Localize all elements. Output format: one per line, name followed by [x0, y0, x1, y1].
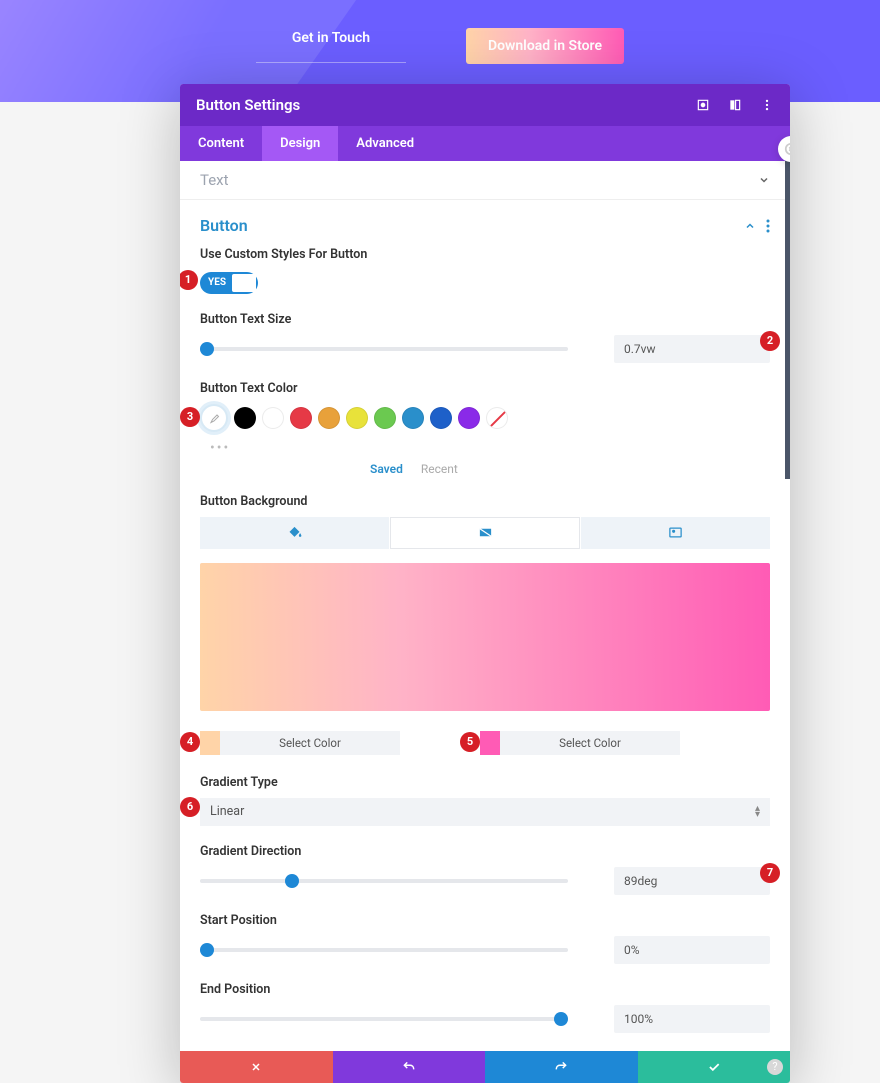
close-icon — [250, 1061, 262, 1073]
swatch-yellow[interactable] — [346, 407, 368, 429]
slider-handle[interactable] — [285, 874, 299, 888]
gradient-start-chip[interactable] — [200, 731, 220, 755]
start-position-slider[interactable] — [200, 948, 568, 952]
redo-icon — [554, 1060, 568, 1074]
tab-advanced[interactable]: Advanced — [338, 126, 432, 161]
hero-link-contact[interactable]: Get in Touch — [256, 30, 406, 63]
more-dots-icon[interactable]: ••• — [210, 440, 770, 456]
swatch-orange[interactable] — [318, 407, 340, 429]
text-size-label: Button Text Size — [200, 312, 770, 327]
gradient-type-select[interactable]: Linear ▴▾ — [200, 798, 770, 826]
paint-bucket-icon — [287, 525, 302, 540]
hero-download-button[interactable]: Download in Store — [466, 28, 624, 64]
swatch-purple[interactable] — [458, 407, 480, 429]
callout-7: 7 — [760, 863, 780, 883]
swatch-green[interactable] — [374, 407, 396, 429]
text-size-slider[interactable] — [200, 347, 568, 351]
callout-4: 4 — [180, 732, 200, 752]
text-color-label: Button Text Color — [200, 381, 770, 396]
callout-5: 5 — [460, 732, 480, 752]
swatch-black[interactable] — [234, 407, 256, 429]
start-position-label: Start Position — [200, 913, 770, 928]
modal-title: Button Settings — [196, 96, 300, 114]
background-label: Button Background — [200, 494, 770, 509]
callout-1: 1 — [180, 270, 198, 290]
gradient-direction-input[interactable] — [614, 867, 770, 895]
section-button: Button Use Custom Styles For Button 1 YE… — [180, 200, 790, 1033]
end-position-slider[interactable] — [200, 1017, 568, 1021]
tab-design[interactable]: Design — [262, 126, 338, 161]
modal-header: Button Settings — [180, 84, 790, 126]
check-icon — [707, 1060, 721, 1074]
gradient-type-label: Gradient Type — [200, 775, 770, 790]
chevron-up-icon[interactable] — [744, 220, 756, 232]
gradient-type-value: Linear — [210, 804, 244, 819]
chevron-down-icon — [758, 174, 770, 186]
section-text-collapsed[interactable]: Text — [180, 161, 790, 200]
end-position-input[interactable] — [614, 1005, 770, 1033]
callout-6: 6 — [180, 797, 200, 817]
section-kebab-icon[interactable] — [766, 219, 770, 233]
help-icon[interactable]: ? — [767, 1059, 783, 1075]
section-button-title: Button — [200, 216, 248, 235]
swatch-white[interactable] — [262, 407, 284, 429]
redo-button[interactable] — [485, 1051, 638, 1083]
columns-icon[interactable] — [728, 98, 742, 112]
modal-tabs: Content Design Advanced — [180, 126, 790, 161]
swatch-red[interactable] — [290, 407, 312, 429]
gradient-end-select[interactable]: Select Color — [500, 731, 680, 755]
swatch-none[interactable] — [486, 407, 508, 429]
gradient-start-select[interactable]: Select Color — [220, 731, 400, 755]
undo-icon — [402, 1060, 416, 1074]
color-tab-recent[interactable]: Recent — [421, 462, 458, 476]
settings-modal: Button Settings Content Design Advanced … — [180, 84, 790, 1083]
slider-handle[interactable] — [200, 342, 214, 356]
section-text-label: Text — [200, 171, 229, 189]
undo-button[interactable] — [333, 1051, 486, 1083]
eyedropper-icon[interactable] — [200, 404, 228, 432]
custom-styles-toggle[interactable]: YES — [200, 272, 258, 294]
panel-body: Text Button Use Custom Styles For Button… — [180, 161, 790, 1033]
image-icon — [668, 525, 683, 540]
text-size-input[interactable] — [614, 335, 770, 363]
gradient-icon — [478, 525, 493, 540]
end-position-label: End Position — [200, 982, 770, 997]
toggle-yes-label: YES — [208, 277, 226, 288]
swatch-teal[interactable] — [402, 407, 424, 429]
toggle-knob — [232, 274, 256, 292]
modal-footer: ? — [180, 1051, 790, 1083]
callout-3: 3 — [180, 407, 200, 427]
start-position-input[interactable] — [614, 936, 770, 964]
expand-icon[interactable] — [696, 98, 710, 112]
slider-handle[interactable] — [200, 943, 214, 957]
swatch-blue[interactable] — [430, 407, 452, 429]
select-arrows-icon: ▴▾ — [755, 806, 760, 818]
gradient-end-chip[interactable] — [480, 731, 500, 755]
callout-2: 2 — [760, 331, 780, 351]
scrollbar[interactable] — [785, 161, 790, 479]
bg-tab-gradient[interactable] — [390, 517, 581, 549]
bg-tab-color[interactable] — [200, 517, 389, 549]
tab-content[interactable]: Content — [180, 126, 262, 161]
kebab-icon[interactable] — [760, 98, 774, 112]
gradient-direction-slider[interactable] — [200, 879, 568, 883]
gradient-preview — [200, 563, 770, 711]
cancel-button[interactable] — [180, 1051, 333, 1083]
use-custom-label: Use Custom Styles For Button — [200, 247, 770, 262]
gradient-direction-label: Gradient Direction — [200, 844, 770, 859]
bg-tab-image[interactable] — [581, 517, 770, 549]
slider-handle[interactable] — [554, 1012, 568, 1026]
color-tab-saved[interactable]: Saved — [370, 462, 403, 476]
